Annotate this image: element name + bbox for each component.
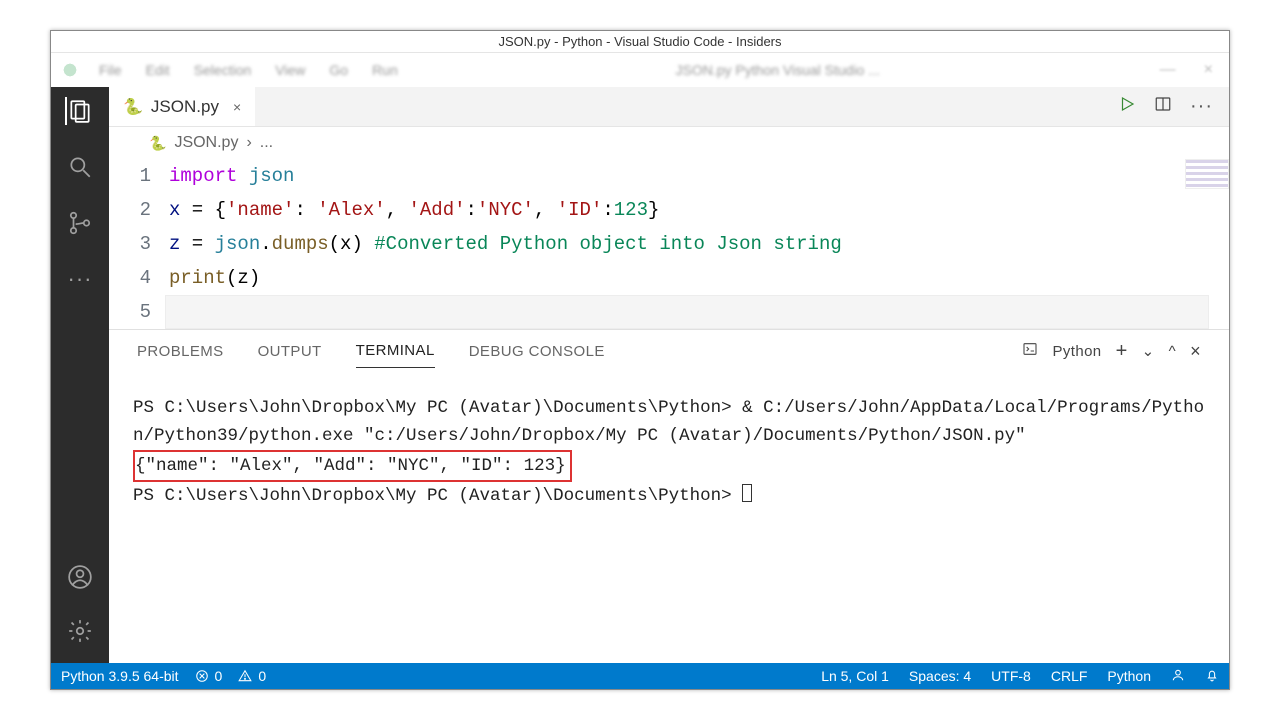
breadcrumb[interactable]: 🐍 JSON.py › ... [109, 127, 1229, 159]
tab-terminal[interactable]: TERMINAL [356, 334, 435, 368]
vscode-logo-icon [59, 59, 81, 81]
panel-maximize-icon[interactable]: ^ [1169, 343, 1176, 360]
panel-close-icon[interactable]: × [1190, 341, 1201, 362]
tab-bar: 🐍 JSON.py × ··· [109, 87, 1229, 127]
settings-gear-icon[interactable] [66, 617, 94, 645]
search-icon[interactable] [66, 153, 94, 181]
terminal-output[interactable]: PS C:\Users\John\Dropbox\My PC (Avatar)\… [109, 372, 1229, 629]
source-control-icon[interactable] [66, 209, 94, 237]
explorer-icon[interactable] [65, 97, 93, 125]
terminal-shell-icon[interactable] [1022, 341, 1038, 361]
menubar: File Edit Selection View Go Run JSON.py … [51, 53, 1229, 87]
window-close-icon[interactable]: × [1196, 61, 1221, 79]
status-ln-col[interactable]: Ln 5, Col 1 [821, 668, 889, 684]
activity-bar: ··· [51, 87, 109, 663]
menu-run[interactable]: Run [366, 62, 404, 78]
main-area: ··· 🐍 JSON.py × [51, 87, 1229, 663]
menu-selection[interactable]: Selection [188, 62, 258, 78]
status-eol[interactable]: CRLF [1051, 668, 1088, 684]
tab-filename: JSON.py [151, 97, 219, 117]
status-bar: Python 3.9.5 64-bit 0 0 Ln 5, Col 1 Spac… [51, 663, 1229, 689]
new-terminal-icon[interactable]: + [1116, 340, 1128, 363]
window-title: JSON.py - Python - Visual Studio Code - … [499, 34, 782, 49]
status-warnings[interactable]: 0 [238, 668, 266, 684]
menu-edit[interactable]: Edit [140, 62, 176, 78]
terminal-dropdown-icon[interactable]: ⌄ [1142, 342, 1155, 360]
terminal-output-highlight: {"name": "Alex", "Add": "NYC", "ID": 123… [133, 450, 572, 482]
python-file-icon: 🐍 [149, 135, 166, 152]
vscode-window: JSON.py - Python - Visual Studio Code - … [50, 30, 1230, 690]
terminal-prompt-2: PS C:\Users\John\Dropbox\My PC (Avatar)\… [133, 486, 742, 506]
window-titlebar: JSON.py - Python - Visual Studio Code - … [51, 31, 1229, 53]
notifications-bell-icon[interactable] [1205, 668, 1219, 685]
minimap[interactable] [1185, 159, 1229, 189]
status-encoding[interactable]: UTF-8 [991, 668, 1031, 684]
status-spaces[interactable]: Spaces: 4 [909, 668, 971, 684]
menu-go[interactable]: Go [323, 62, 354, 78]
status-language[interactable]: Python [1107, 668, 1151, 684]
breadcrumb-rest: ... [260, 134, 273, 152]
code-editor[interactable]: 1 2 3 4 5 import json x = {'name': 'Alex… [109, 159, 1229, 329]
terminal-cursor-icon [742, 484, 752, 502]
account-icon[interactable] [66, 563, 94, 591]
breadcrumb-file: JSON.py [174, 134, 238, 152]
editor-area: 🐍 JSON.py × ··· 🐍 JSON.py › [109, 87, 1229, 663]
terminal-shell-label[interactable]: Python [1052, 343, 1101, 360]
menu-view[interactable]: View [269, 62, 311, 78]
bottom-panel: PROBLEMS OUTPUT TERMINAL DEBUG CONSOLE P… [109, 329, 1229, 629]
terminal-line-1: PS C:\Users\John\Dropbox\My PC (Avatar)\… [133, 398, 1204, 446]
menu-file[interactable]: File [93, 62, 128, 78]
breadcrumb-separator: › [246, 134, 251, 152]
tab-debug-console[interactable]: DEBUG CONSOLE [469, 335, 605, 368]
line-number-gutter: 1 2 3 4 5 [109, 159, 169, 329]
python-file-icon: 🐍 [123, 97, 143, 117]
status-errors[interactable]: 0 [195, 668, 223, 684]
tab-output[interactable]: OUTPUT [258, 335, 322, 368]
tab-json-py[interactable]: 🐍 JSON.py × [109, 87, 255, 126]
activity-more-icon[interactable]: ··· [66, 265, 94, 293]
code-content[interactable]: import json x = {'name': 'Alex', 'Add':'… [169, 159, 1229, 329]
split-editor-icon[interactable] [1154, 95, 1172, 118]
tab-close-icon[interactable]: × [233, 99, 241, 115]
title-echo: JSON.py Python Visual Studio ... [670, 62, 886, 78]
run-file-icon[interactable] [1118, 95, 1136, 118]
status-python-version[interactable]: Python 3.9.5 64-bit [61, 668, 179, 684]
feedback-icon[interactable] [1171, 668, 1185, 685]
panel-tabs: PROBLEMS OUTPUT TERMINAL DEBUG CONSOLE P… [109, 330, 1229, 372]
window-minimize-icon[interactable]: — [1152, 61, 1184, 79]
tab-problems[interactable]: PROBLEMS [137, 335, 224, 368]
editor-more-icon[interactable]: ··· [1190, 95, 1213, 118]
